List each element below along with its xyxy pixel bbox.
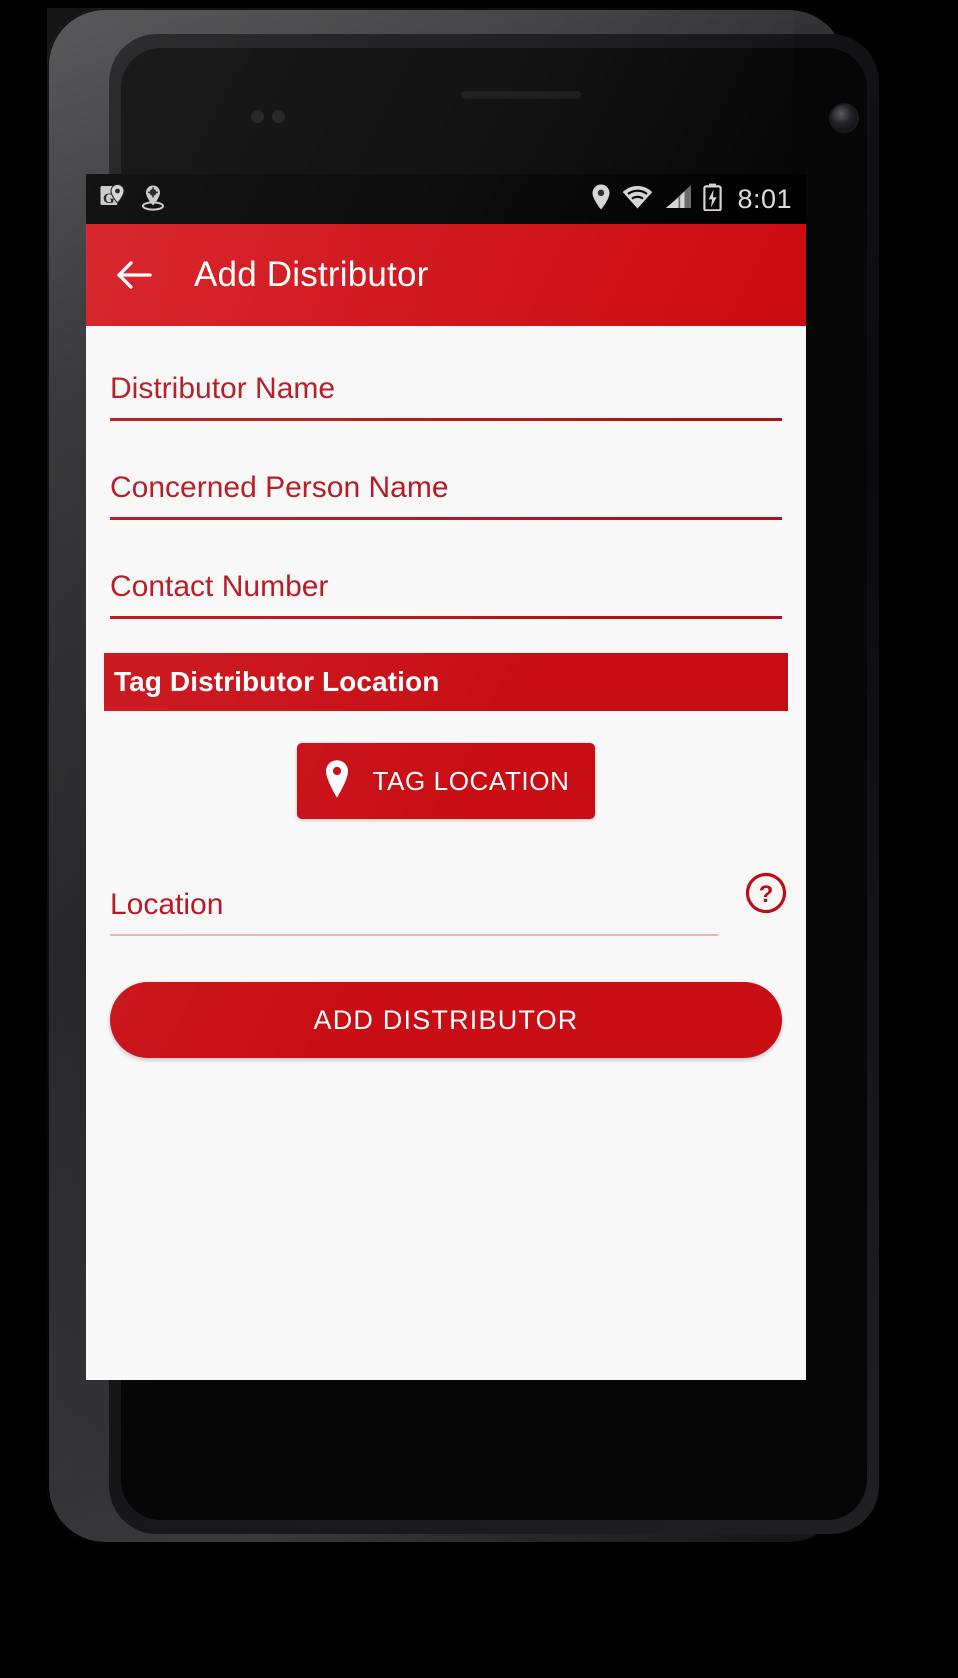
location-row: Location ?	[110, 871, 788, 936]
location-placeholder: Location	[110, 888, 224, 921]
concerned-person-name-placeholder: Concerned Person Name	[110, 471, 449, 504]
tag-location-label: TAG LOCATION	[372, 765, 570, 796]
tag-location-row: TAG LOCATION	[86, 711, 806, 819]
location-pin-icon	[591, 183, 611, 216]
contact-number-placeholder: Contact Number	[110, 570, 329, 603]
cell-signal-icon	[664, 184, 692, 214]
location-underline	[110, 934, 718, 936]
add-distributor-label: ADD DISTRIBUTOR	[313, 1004, 579, 1035]
field-location[interactable]: Location	[110, 888, 718, 936]
map-pin-icon	[323, 759, 351, 804]
tag-distributor-location-section-header: Tag Distributor Location	[104, 653, 788, 711]
distributor-name-placeholder: Distributor Name	[110, 372, 336, 405]
section-title: Tag Distributor Location	[114, 666, 440, 697]
status-bar-clock: 8:01	[737, 183, 792, 214]
wifi-icon	[622, 185, 653, 214]
location-pin-notification-icon	[140, 183, 166, 216]
status-bar-system-icons: 8:01	[591, 183, 792, 216]
help-icon[interactable]: ?	[744, 871, 788, 920]
form-content: Distributor Name Concerned Person Name C…	[86, 326, 806, 1380]
app-bar: Add Distributor	[86, 224, 806, 326]
add-distributor-button[interactable]: ADD DISTRIBUTOR	[110, 982, 782, 1058]
page-title: Add Distributor	[194, 255, 429, 294]
svg-text:?: ?	[759, 881, 774, 908]
google-maps-notification-icon: G	[100, 183, 126, 216]
contact-number-underline	[110, 616, 782, 619]
field-distributor-name[interactable]: Distributor Name	[110, 326, 782, 421]
earpiece-speaker	[461, 91, 581, 98]
back-button[interactable]	[112, 252, 158, 298]
proximity-sensor	[251, 110, 303, 124]
battery-charging-icon	[703, 183, 723, 216]
status-bar-notifications: G	[100, 183, 166, 216]
submit-row: ADD DISTRIBUTOR	[86, 936, 806, 1058]
front-camera	[831, 105, 857, 131]
phone-screen: G 8:01 Add Distributor Distributor Name …	[86, 174, 806, 1380]
field-contact-number[interactable]: Contact Number	[110, 520, 782, 619]
tag-location-button[interactable]: TAG LOCATION	[296, 743, 596, 819]
field-concerned-person-name[interactable]: Concerned Person Name	[110, 421, 782, 520]
status-bar: G 8:01	[86, 174, 806, 224]
